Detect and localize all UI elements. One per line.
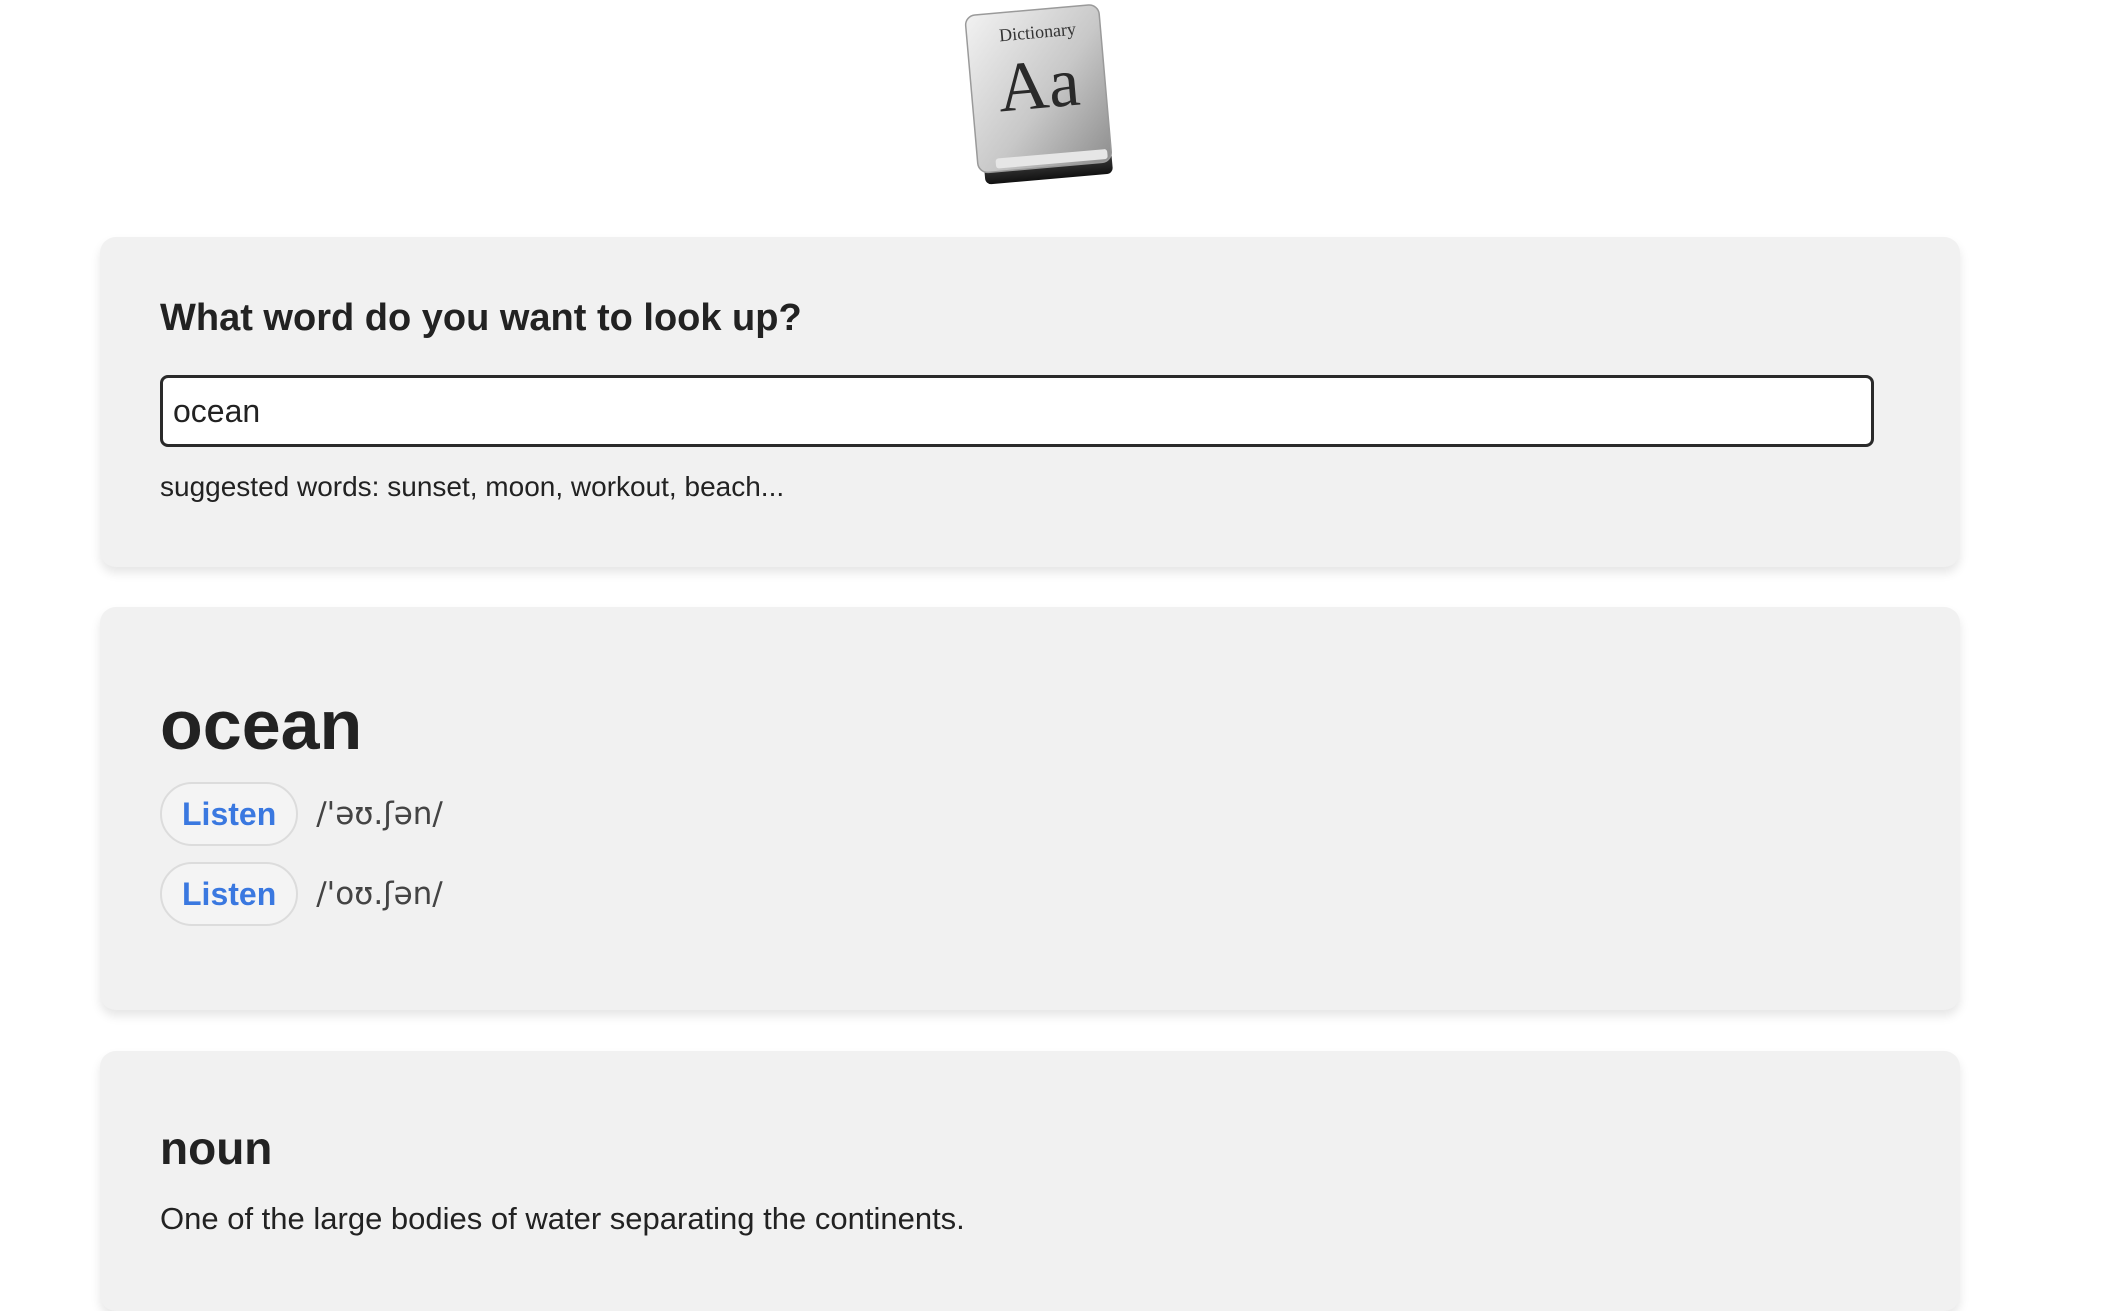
word-title: ocean <box>160 686 363 764</box>
logo-glyph: Aa <box>995 44 1083 128</box>
search-input[interactable] <box>160 375 1874 447</box>
definition-text: One of the large bodies of water separat… <box>160 1201 965 1236</box>
part-of-speech: noun <box>160 1122 273 1174</box>
dictionary-book-icon: Dictionary Aa <box>964 4 1113 185</box>
suggested-words: suggested words: sunset, moon, workout, … <box>160 471 785 502</box>
pronunciation-ipa: /'oʊ.ʃən/ <box>316 876 443 912</box>
search-heading: What word do you want to look up? <box>160 297 802 339</box>
listen-button[interactable]: Listen <box>160 782 299 846</box>
search-card: What word do you want to look up? sugges… <box>100 237 1960 567</box>
pronunciation-row: Listen /'oʊ.ʃən/ <box>160 862 443 926</box>
pronunciation-row: Listen /'əʊ.ʃən/ <box>160 782 443 846</box>
definition-card: noun One of the large bodies of water se… <box>100 1051 1960 1311</box>
word-card: ocean Listen /'əʊ.ʃən/ Listen /'oʊ.ʃən/ <box>100 607 1960 1010</box>
dictionary-logo: Dictionary Aa <box>950 0 1120 195</box>
pronunciation-ipa: /'əʊ.ʃən/ <box>316 796 443 832</box>
listen-button[interactable]: Listen <box>160 862 299 926</box>
